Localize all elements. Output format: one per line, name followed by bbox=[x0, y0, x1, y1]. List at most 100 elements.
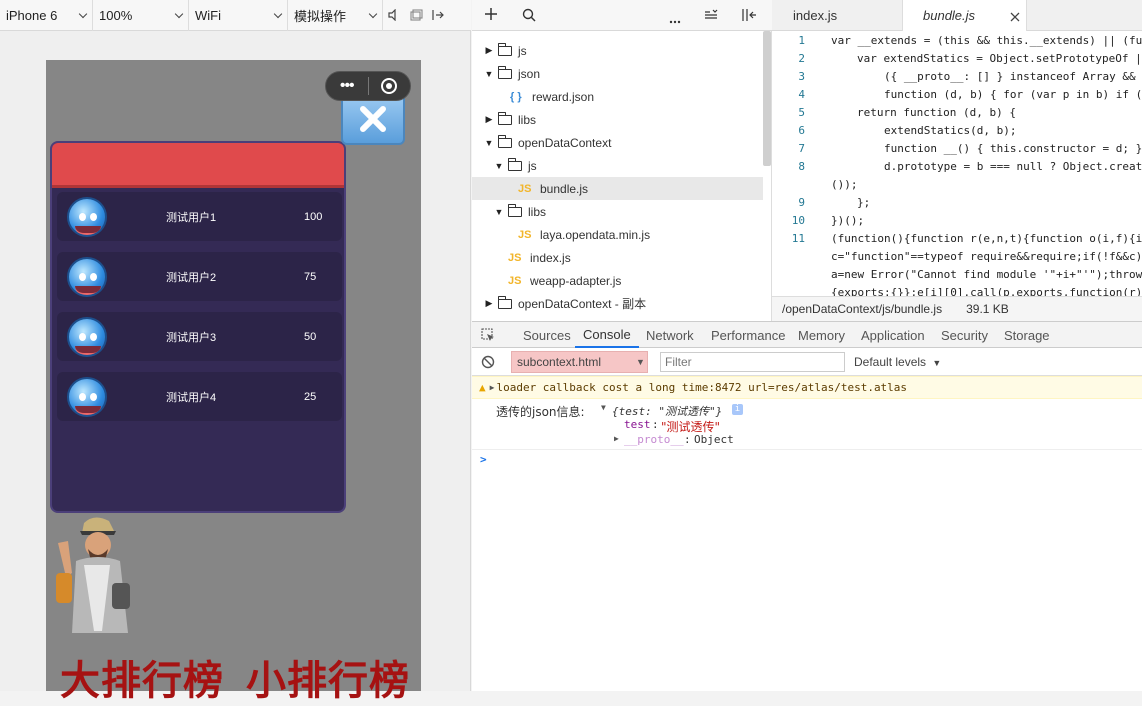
info-icon: i bbox=[732, 404, 743, 415]
network-select-label: WiFi bbox=[195, 7, 221, 23]
line-number: 11 bbox=[791, 231, 805, 245]
network-select[interactable]: WiFi bbox=[189, 0, 288, 31]
tree-item-opendatacontext[interactable]: ▼ openDataContext bbox=[472, 131, 763, 154]
tab-label: index.js bbox=[793, 8, 838, 23]
code-text: var extendStatics = Object.setPrototypeO… bbox=[857, 51, 1142, 65]
tab-performance[interactable]: Performance bbox=[711, 322, 785, 348]
operation-select[interactable]: 模拟操作 bbox=[288, 0, 383, 31]
code-text: c="function"==typeof require&&require;if… bbox=[831, 249, 1142, 263]
tree-item-bundle-js[interactable]: JS bundle.js bbox=[472, 177, 763, 200]
devtools-tab-bar: Sources Console Network Performance Memo… bbox=[472, 321, 1142, 348]
js-file-icon: JS bbox=[518, 228, 532, 241]
code-text: return function (d, b) { bbox=[857, 105, 1016, 119]
line-number: 1 bbox=[798, 33, 805, 47]
console-output[interactable]: ▲ ▶ loader callback cost a long time:847… bbox=[472, 376, 1142, 691]
mini-program-capsule: ••• bbox=[325, 71, 411, 101]
tree-item-label: bundle.js bbox=[540, 181, 589, 196]
log-object-summary[interactable]: {test: "测试透传"} bbox=[612, 403, 722, 419]
log-prop-key: test bbox=[624, 418, 651, 431]
tree-item-js[interactable]: ▼ js bbox=[472, 154, 763, 177]
folder-open-icon bbox=[498, 65, 512, 79]
editor-tab-bar: index.js bundle.js bbox=[772, 0, 1142, 31]
avatar bbox=[67, 376, 107, 417]
file-tree: ▶ js ▼ json { } reward.json ▶ libs ▼ openData… bbox=[472, 31, 772, 321]
line-number: 10 bbox=[791, 213, 805, 227]
tree-item-label: index.js bbox=[530, 250, 571, 265]
caret-right-icon[interactable]: ▶ bbox=[490, 383, 495, 392]
tree-item-reward-json[interactable]: { } reward.json bbox=[472, 85, 763, 108]
rank-row[interactable]: 测试用户2 75 bbox=[57, 252, 342, 301]
tree-item-laya-opendata[interactable]: JS laya.opendata.min.js bbox=[472, 223, 763, 246]
tab-memory[interactable]: Memory bbox=[798, 322, 845, 348]
log-levels-select[interactable]: Default levels ▼ bbox=[854, 352, 941, 373]
rank-row[interactable]: 测试用户1 100 bbox=[57, 192, 342, 241]
tree-item-js[interactable]: ▶ js bbox=[472, 39, 763, 62]
caret-down-icon[interactable]: ▼ bbox=[601, 403, 606, 412]
file-tree-scrollbar[interactable] bbox=[763, 31, 771, 166]
log-proto-key: __proto__ bbox=[624, 433, 684, 446]
line-number: 5 bbox=[798, 105, 805, 119]
mute-icon[interactable] bbox=[383, 0, 405, 31]
folder-open-icon bbox=[508, 157, 522, 171]
code-text: d.prototype = b === null ? Object.creat bbox=[884, 159, 1142, 173]
code-line: 4 function (d, b) { for (var p in b) if (… bbox=[772, 85, 1142, 103]
tree-item-opendatacontext-copy[interactable]: ▶ openDataContext - 副本 bbox=[472, 292, 763, 315]
detach-icon[interactable] bbox=[427, 0, 449, 31]
chevron-down-icon bbox=[174, 9, 184, 18]
close-tab-icon[interactable] bbox=[1010, 10, 1020, 25]
add-icon[interactable] bbox=[484, 7, 498, 24]
tab-security[interactable]: Security bbox=[941, 322, 988, 348]
caret-down-icon: ▼ bbox=[494, 206, 504, 217]
tree-item-json[interactable]: ▼ json bbox=[472, 62, 763, 85]
close-icon bbox=[360, 106, 386, 132]
inspect-element-icon[interactable] bbox=[481, 328, 495, 345]
rank-row[interactable]: 测试用户3 50 bbox=[57, 312, 342, 361]
tree-item-weapp-adapter[interactable]: JS weapp-adapter.js bbox=[472, 269, 763, 292]
clear-console-icon[interactable] bbox=[481, 355, 495, 372]
tab-index-js[interactable]: index.js bbox=[772, 0, 902, 31]
line-number: 4 bbox=[798, 87, 805, 101]
caret-down-icon: ▼ bbox=[494, 160, 504, 171]
tree-item-index-js[interactable]: JS index.js bbox=[472, 246, 763, 269]
file-size: 39.1 KB bbox=[966, 302, 1009, 316]
rank-row[interactable]: 测试用户4 25 bbox=[57, 372, 342, 421]
tab-console[interactable]: Console bbox=[575, 322, 639, 348]
caret-right-icon[interactable]: ▶ bbox=[614, 434, 619, 443]
device-select[interactable]: iPhone 6 bbox=[0, 0, 93, 31]
console-prompt[interactable]: > bbox=[480, 453, 487, 466]
log-levels-label: Default levels bbox=[854, 355, 927, 369]
more-icon[interactable] bbox=[669, 13, 681, 27]
folder-icon bbox=[498, 295, 512, 309]
small-rank-tab[interactable]: 小排行榜 bbox=[246, 648, 410, 706]
context-select[interactable]: subcontext.html ▼ bbox=[511, 351, 648, 373]
exit-button[interactable] bbox=[368, 78, 410, 94]
collapse-all-icon[interactable] bbox=[704, 9, 718, 24]
tab-sources[interactable]: Sources bbox=[523, 322, 571, 348]
big-rank-tab[interactable]: 大排行榜 bbox=[60, 648, 224, 706]
tab-application[interactable]: Application bbox=[861, 322, 925, 348]
tree-item-label: openDataContext bbox=[518, 135, 612, 150]
log-proto-value: Object bbox=[694, 433, 734, 446]
warning-icon: ▲ bbox=[479, 381, 486, 394]
code-text: ()); bbox=[831, 177, 858, 191]
zoom-select[interactable]: 100% bbox=[93, 0, 189, 31]
code-line: 7 function __() { this.constructor = d; } bbox=[772, 139, 1142, 157]
window-icon[interactable] bbox=[405, 0, 427, 31]
tree-item-label: libs bbox=[518, 112, 537, 127]
code-line: 3 ({ __proto__: [] } instanceof Array && … bbox=[772, 67, 1142, 85]
tab-storage[interactable]: Storage bbox=[1004, 322, 1050, 348]
tree-item-label: laya.opendata.min.js bbox=[540, 227, 651, 242]
code-editor[interactable]: 1 var __extends = (this && this.__extends… bbox=[772, 31, 1142, 296]
caret-right-icon: ▶ bbox=[485, 298, 493, 308]
tab-bundle-js[interactable]: bundle.js bbox=[902, 0, 1027, 31]
tree-item-libs[interactable]: ▼ libs bbox=[472, 200, 763, 223]
more-menu-button[interactable]: ••• bbox=[326, 72, 368, 100]
rank-user-score: 75 bbox=[304, 270, 317, 283]
line-number: 6 bbox=[798, 123, 805, 137]
avatar bbox=[67, 196, 107, 237]
search-icon[interactable] bbox=[522, 8, 536, 25]
console-filter-input[interactable]: Filter bbox=[660, 352, 845, 372]
tab-network[interactable]: Network bbox=[646, 322, 694, 348]
toggle-panel-icon[interactable] bbox=[741, 8, 757, 25]
tree-item-libs[interactable]: ▶ libs bbox=[472, 108, 763, 131]
